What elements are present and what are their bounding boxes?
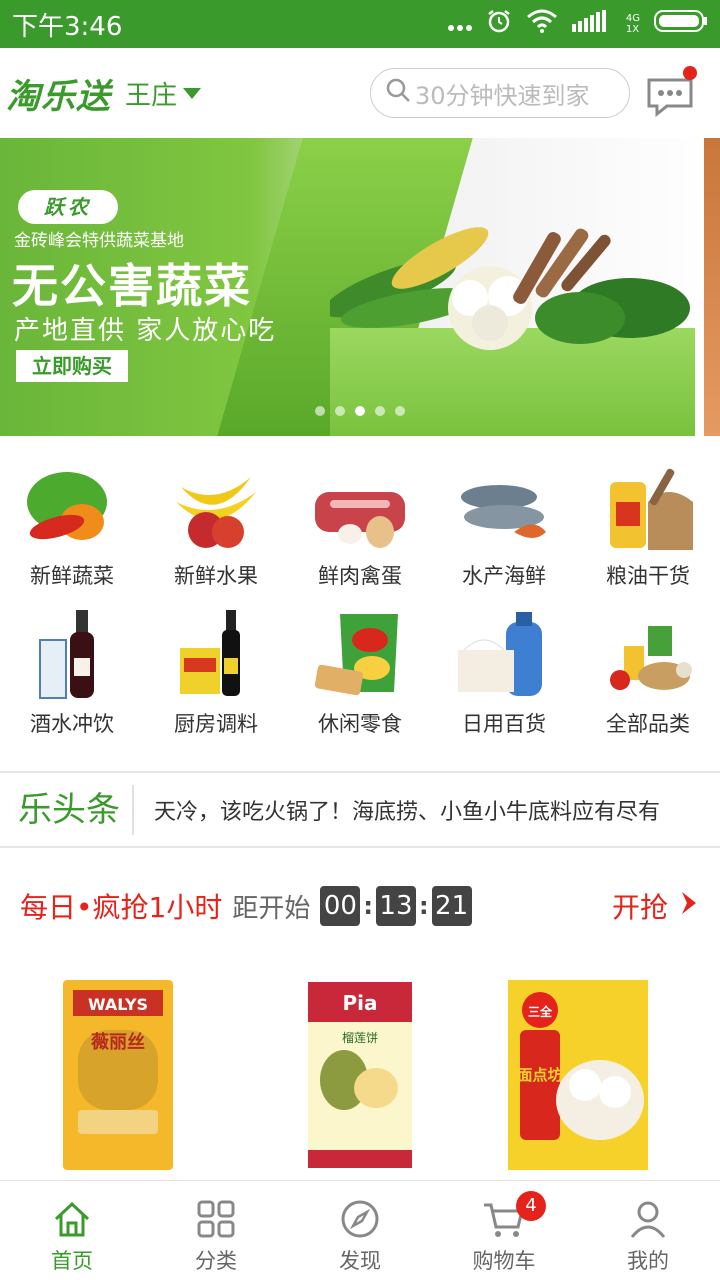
- product-brand: Pia: [342, 991, 377, 1015]
- banner-slogan: 产地直供 家人放心吃: [14, 316, 277, 346]
- seasoning-icon: [166, 610, 266, 700]
- carousel-dot[interactable]: [335, 406, 345, 416]
- all-categories-icon: [598, 610, 698, 700]
- cart-icon: [482, 1203, 526, 1243]
- product-name: 薇丽丝: [91, 1031, 145, 1053]
- carousel-dot[interactable]: [395, 406, 405, 416]
- wifi-icon: [526, 9, 558, 40]
- home-icon: [52, 1201, 92, 1243]
- countdown-minutes: 13: [375, 886, 416, 926]
- banner-title: 无公害蔬菜: [12, 259, 252, 313]
- flash-sale-bar: 每日•疯抢1小时 距开始 00 : 13 : 21 开抢: [0, 876, 720, 936]
- product-name: 榴莲饼: [342, 1031, 378, 1045]
- divider: [0, 771, 720, 773]
- category-daily-goods[interactable]: 日用百货: [432, 610, 576, 740]
- dropdown-triangle-icon: [183, 87, 202, 99]
- carousel-dot-active[interactable]: [355, 406, 365, 416]
- product-image: Pia 榴莲饼: [308, 982, 412, 1168]
- category-seasoning[interactable]: 厨房调料: [144, 610, 288, 740]
- cart-count-badge: 4: [516, 1191, 546, 1221]
- countdown-timer: 00 : 13 : 21: [320, 886, 472, 926]
- category-grain-oil[interactable]: 粮油干货: [576, 462, 720, 592]
- signal-icon: [571, 9, 612, 39]
- grain-oil-icon: [598, 462, 698, 552]
- app-logo: 淘乐送: [6, 76, 111, 117]
- divider: [0, 846, 720, 848]
- tab-profile[interactable]: 我的: [576, 1181, 720, 1280]
- buy-now-button[interactable]: 立即购买: [16, 350, 128, 382]
- product-name: 面点坊: [517, 1066, 562, 1084]
- search-icon: [385, 77, 411, 109]
- category-fruits[interactable]: 新鲜水果: [144, 462, 288, 592]
- headline-tag: 乐头条: [0, 785, 134, 835]
- bottom-tab-bar: 首页 分类 发现 4 购物车 我的: [0, 1180, 720, 1280]
- flash-sale-products: WALYS 薇丽丝 Pia 榴莲饼 三全 面点坊: [0, 960, 720, 1175]
- countdown-seconds: 21: [431, 886, 472, 926]
- category-vegetables[interactable]: 新鲜蔬菜: [0, 462, 144, 592]
- countdown-hours: 00: [320, 886, 361, 926]
- seafood-icon: [454, 462, 554, 552]
- banner-brand: 跃农: [18, 190, 118, 224]
- more-dots-icon: [447, 9, 472, 39]
- grid-icon: [196, 1200, 236, 1243]
- next-banner-peek: [704, 138, 720, 436]
- fruits-icon: [166, 462, 266, 552]
- headline-ticker[interactable]: 乐头条 天冷，该吃火锅了！海底捞、小鱼小牛底料应有尽有: [0, 774, 720, 846]
- category-all[interactable]: 全部品类: [576, 610, 720, 740]
- carousel-dot[interactable]: [375, 406, 385, 416]
- daily-goods-icon: [454, 610, 554, 700]
- product-brand: 三全: [528, 1004, 553, 1019]
- product-card[interactable]: Pia 榴莲饼: [260, 970, 460, 1170]
- chevron-right-icon: [678, 890, 700, 923]
- drinks-icon: [22, 610, 122, 700]
- meat-eggs-icon: [310, 462, 410, 552]
- message-icon: [645, 66, 697, 124]
- product-card[interactable]: WALYS 薇丽丝: [18, 970, 218, 1170]
- snacks-icon: [310, 610, 410, 700]
- countdown-label: 距开始: [232, 893, 311, 924]
- category-seafood[interactable]: 水产海鲜: [432, 462, 576, 592]
- product-image: WALYS 薇丽丝: [63, 980, 173, 1170]
- banner-subtitle: 金砖峰会特供蔬菜基地: [14, 231, 184, 251]
- product-card[interactable]: 三全 面点坊: [500, 970, 700, 1170]
- category-meat-eggs[interactable]: 鲜肉禽蛋: [288, 462, 432, 592]
- alarm-icon: [486, 8, 512, 41]
- status-bar: 下午3:46 4G 1X: [0, 0, 720, 48]
- tab-discover[interactable]: 发现: [288, 1181, 432, 1280]
- flash-sale-title: 每日•疯抢1小时: [20, 891, 223, 924]
- message-button[interactable]: [645, 66, 697, 120]
- search-placeholder: 30分钟快速到家: [415, 81, 590, 110]
- battery-icon: [654, 9, 708, 40]
- user-icon: [628, 1201, 668, 1243]
- top-header: 淘乐送 王庄 30分钟快速到家: [0, 48, 720, 138]
- compass-icon: [340, 1200, 380, 1243]
- city-selector[interactable]: 王庄: [125, 75, 202, 112]
- tab-home[interactable]: 首页: [0, 1181, 144, 1280]
- flash-sale-go-button[interactable]: 开抢: [612, 886, 700, 926]
- tab-categories[interactable]: 分类: [144, 1181, 288, 1280]
- promo-banner[interactable]: 跃农 金砖峰会特供蔬菜基地 无公害蔬菜 产地直供 家人放心吃 立即购买: [0, 138, 720, 436]
- city-label: 王庄: [125, 80, 178, 111]
- category-snacks[interactable]: 休闲零食: [288, 610, 432, 740]
- vegetables-icon: [22, 462, 122, 552]
- status-time: 下午3:46: [12, 11, 123, 42]
- carousel-indicator: [315, 406, 405, 416]
- carousel-dot[interactable]: [315, 406, 325, 416]
- product-image: 三全 面点坊: [508, 980, 648, 1170]
- network-type: 4G 1X: [625, 13, 640, 35]
- tab-cart[interactable]: 4 购物车: [432, 1181, 576, 1280]
- headline-text[interactable]: 天冷，该吃火锅了！海底捞、小鱼小牛底料应有尽有: [134, 794, 660, 826]
- product-brand: WALYS: [88, 995, 148, 1014]
- search-bar[interactable]: 30分钟快速到家: [370, 68, 630, 118]
- vegetables-illustration: [330, 227, 690, 350]
- category-drinks[interactable]: 酒水冲饮: [0, 610, 144, 740]
